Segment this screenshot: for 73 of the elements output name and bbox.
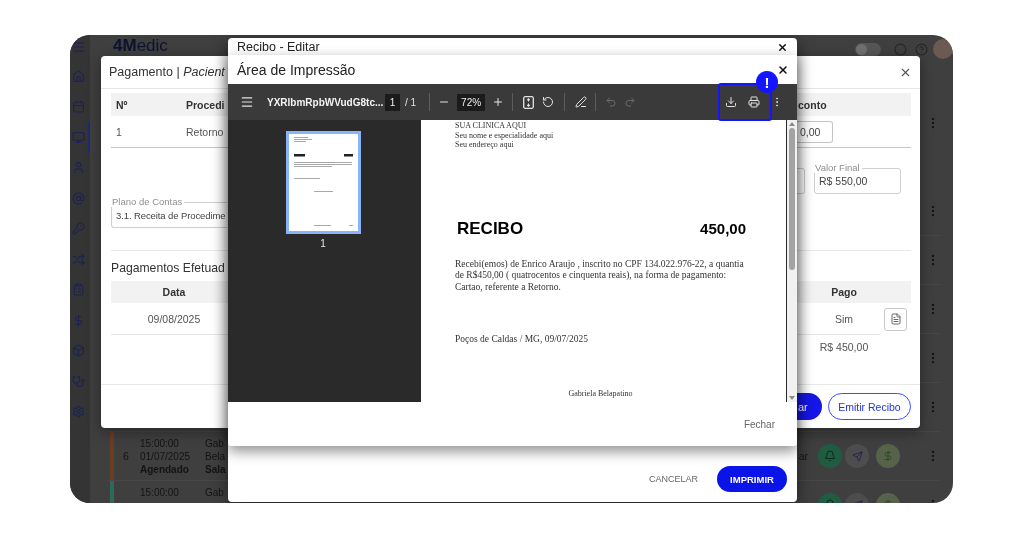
bell-icon	[824, 450, 836, 462]
clipboard-icon	[72, 283, 85, 297]
close-icon[interactable]	[777, 63, 789, 76]
shuffle-icon	[72, 252, 85, 266]
zoom-field[interactable]: 72%	[457, 93, 486, 111]
help-icon[interactable]	[915, 42, 928, 56]
column-header: Pago	[830, 285, 858, 300]
fit-page-icon[interactable]	[523, 95, 535, 109]
dialog-title: Recibo - Editar	[237, 40, 320, 54]
box-icon	[72, 344, 85, 358]
plus-icon[interactable]	[492, 96, 505, 108]
at-sign-icon	[72, 191, 85, 205]
menu-icon[interactable]	[240, 95, 254, 109]
place-date: Poços de Caldas / MG, 09/07/2025	[455, 332, 588, 345]
key-icon	[72, 222, 85, 236]
cancel-button[interactable]: CANCELAR	[649, 474, 698, 484]
send-button[interactable]	[845, 444, 869, 468]
field-label: Valor Final	[814, 163, 862, 173]
ring-icon[interactable]	[894, 42, 907, 56]
arrow-up-icon[interactable]	[789, 122, 795, 126]
calendar-icon	[72, 100, 85, 114]
house-icon	[72, 69, 85, 83]
avatar[interactable]	[933, 39, 953, 59]
page-count: / 1	[405, 96, 417, 108]
letterhead-line: Seu endereço aqui	[455, 140, 514, 150]
column-header: Nº	[115, 98, 128, 111]
download-icon[interactable]	[725, 96, 737, 108]
receipt-title: RECIBO	[457, 218, 524, 239]
dollar-icon	[72, 313, 85, 327]
send-icon	[851, 450, 863, 462]
column-header: conto	[797, 98, 827, 111]
scrollbar-track[interactable]	[787, 120, 797, 402]
receipt-button[interactable]	[884, 307, 907, 331]
table-cell: Retorno	[186, 125, 224, 138]
print-icon[interactable]	[748, 96, 760, 108]
signature-name: Gabriela Belapatino	[567, 388, 634, 399]
pen-icon[interactable]	[575, 96, 588, 108]
bell-button[interactable]	[818, 444, 842, 468]
column-header: Data	[161, 285, 187, 300]
page-number-label: 1	[320, 238, 326, 249]
receipt-amount: 450,00	[700, 220, 746, 237]
payment-button[interactable]	[876, 444, 900, 468]
total-amount: R$ 450,00	[818, 340, 870, 355]
toggle-switch[interactable]	[855, 42, 881, 56]
receipt-text: Recebi(emos) de Enrico Araujo , inscrito no CPF 134.022.976-22, a quantia de R$450,00 ( quatrocentos e cinquenta reais), na forma de pagamento: Cartao, referente a Retorno.	[455, 258, 745, 294]
settings-icon	[72, 405, 85, 419]
user-icon	[72, 161, 85, 175]
dialog-title: Pagamento | Pacient	[109, 65, 225, 79]
alert-badge: !	[756, 71, 778, 93]
table-cell-text: 1	[115, 125, 122, 138]
field-label: Plano de Contas	[111, 197, 185, 207]
dollar-icon	[882, 450, 894, 462]
file-name: YXRlbmRpbWVudG8tc...	[267, 96, 385, 108]
primary-button[interactable]: ar	[797, 393, 822, 420]
rotate-icon[interactable]	[542, 96, 555, 108]
section-title: Pagamentos Efetuad	[111, 261, 225, 276]
monitor-icon	[72, 130, 85, 144]
close-button[interactable]: Fechar	[743, 418, 775, 430]
print-button[interactable]: IMPRIMIR	[717, 466, 787, 492]
column-header: Procedi	[186, 98, 225, 111]
menu-icon[interactable]	[72, 40, 86, 54]
document-icon	[889, 313, 902, 325]
close-icon[interactable]	[777, 41, 788, 53]
receipt-button[interactable]: Emitir Recibo	[828, 393, 911, 420]
dialog-title: Área de Impressão	[237, 61, 356, 78]
stethoscope-icon	[72, 374, 85, 388]
letterhead-line: Seu nome e especialidade aqui	[455, 130, 554, 140]
arrow-down-icon[interactable]	[789, 396, 795, 400]
scrollbar-thumb[interactable]	[789, 128, 795, 270]
page-input[interactable]: 1	[385, 93, 400, 111]
table-cell: 09/08/2025	[111, 303, 227, 335]
letterhead-line: SUA CLINICA AQUI	[455, 121, 527, 131]
sidebar-item[interactable]	[70, 122, 90, 153]
